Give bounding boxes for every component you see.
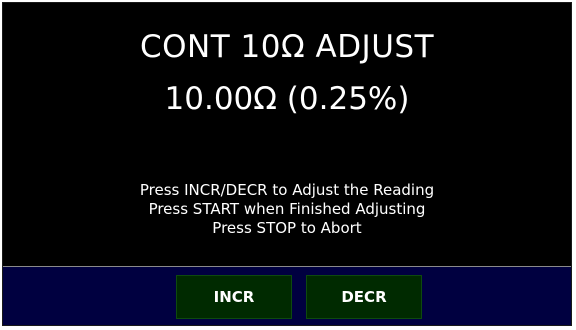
decr-button[interactable]: DECR [306,275,422,319]
instruction-line: Press START when Finished Adjusting [148,200,426,218]
instruction-line: Press INCR/DECR to Adjust the Reading [139,181,435,199]
button-bar: INCR DECR [3,266,571,325]
reading-value: 10.00Ω (0.25%) [164,81,410,117]
instruction-line: Press STOP to Abort [212,219,362,237]
adjust-screen: CONT 10Ω ADJUST 10.00Ω (0.25%) Press INC… [2,2,572,326]
incr-button[interactable]: INCR [176,275,292,319]
screen-title: CONT 10Ω ADJUST [139,29,435,65]
instructions: Press INCR/DECR to Adjust the Reading Pr… [3,181,571,238]
